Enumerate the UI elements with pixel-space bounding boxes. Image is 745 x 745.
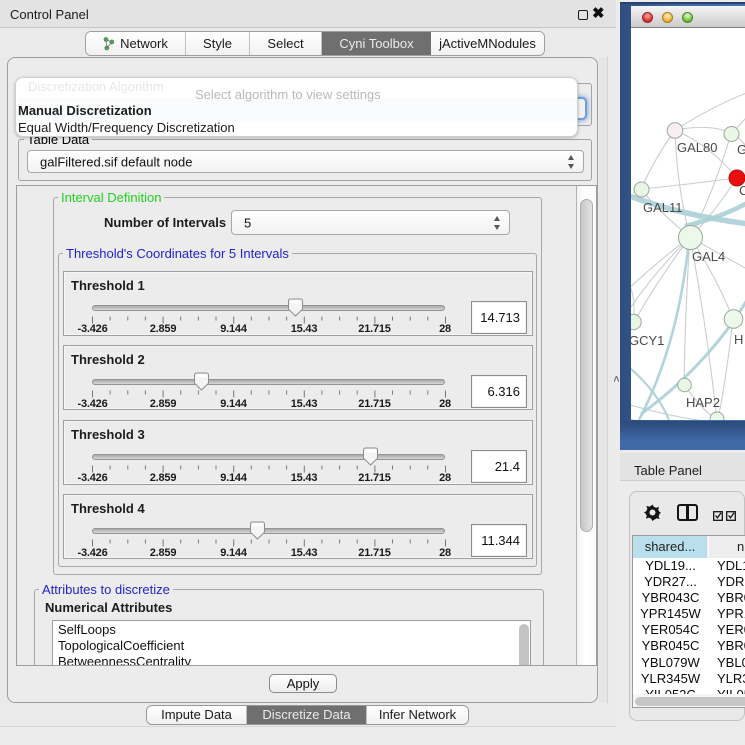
svg-text:GAL11: GAL11 <box>643 200 683 215</box>
svg-text:G: G <box>737 142 745 157</box>
svg-text:HAP2: HAP2 <box>686 395 720 410</box>
svg-text:GAL4: GAL4 <box>692 249 725 264</box>
svg-text:H: H <box>734 332 743 347</box>
svg-text:GCY1: GCY1 <box>631 333 664 348</box>
svg-text:GAL80: GAL80 <box>677 140 717 155</box>
svg-text:C: C <box>739 183 745 198</box>
